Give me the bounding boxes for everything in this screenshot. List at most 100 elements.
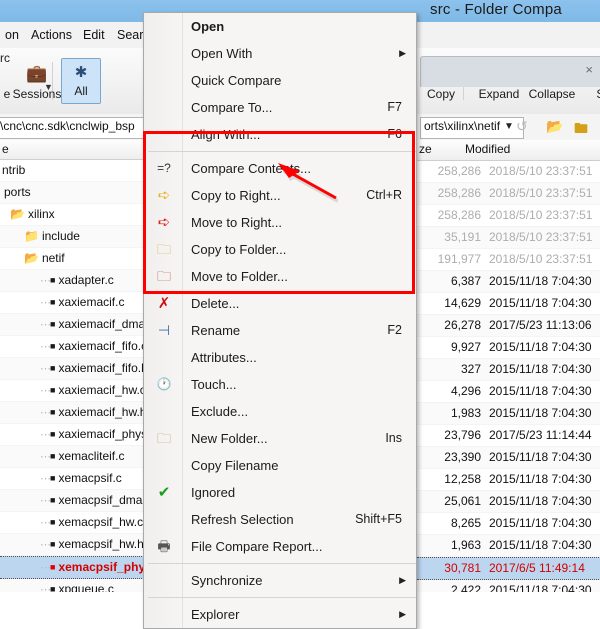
tree-row[interactable]: ⋯■ xemacpsif_hw.h (0, 534, 144, 556)
detail-row[interactable]: 191,977 2018/5/10 23:37:51 (417, 249, 600, 271)
context-menu-item-label: Refresh Selection (191, 512, 294, 527)
tree-row[interactable]: ntrib (0, 160, 144, 182)
toolbar-sessions-button[interactable]: 💼 Sessions (8, 62, 66, 101)
detail-row[interactable]: 327 2015/11/18 7:04:30 (417, 359, 600, 381)
left-file-tree[interactable]: ntrib ports 📂 xilinx 📁 include 📂 netif ⋯■ xadapte… (0, 160, 144, 592)
submenu-arrow-icon: ▶ (399, 609, 406, 619)
menu-on-item[interactable]: on (0, 26, 24, 44)
context-menu-item-copy-filename[interactable]: Copy Filename (144, 452, 416, 479)
context-menu-item-refresh-selection[interactable]: Refresh Selection Shift+F5 (144, 506, 416, 533)
context-menu[interactable]: Open Open With ▶ Quick Compare Compare To...… (143, 12, 417, 629)
context-menu-item-compare-to[interactable]: Compare To... F7 (144, 94, 416, 121)
context-menu-item-move-to-right[interactable]: ➪ Move to Right... (144, 209, 416, 236)
detail-row[interactable]: 8,265 2015/11/18 7:04:30 (417, 513, 600, 535)
tree-row[interactable]: ⋯■ xadapter.c (0, 270, 144, 292)
tree-row[interactable]: ⋯■xemacpsif_physpeed (0, 556, 144, 579)
context-menu-item-file-compare-report[interactable]: 🖶 File Compare Report... (144, 533, 416, 560)
close-icon[interactable]: × (585, 62, 593, 77)
detail-row[interactable]: 2,422 2015/11/18 7:04:30 (417, 580, 600, 592)
menu-actions-item[interactable]: Actions (26, 26, 77, 44)
tree-row[interactable]: ⋯■xaxiemacif_physpe (0, 424, 144, 446)
context-menu-item-compare-contents[interactable]: =? Compare Contents... (144, 155, 416, 182)
file-bullet-icon: ■ (50, 562, 56, 573)
context-menu-item-quick-compare[interactable]: Quick Compare (144, 67, 416, 94)
detail-row[interactable]: 9,927 2015/11/18 7:04:30 (417, 337, 600, 359)
context-menu-item-attributes[interactable]: Attributes... (144, 344, 416, 371)
menu-edit-item[interactable]: Edit (78, 26, 110, 44)
detail-row[interactable]: 12,258 2015/11/18 7:04:30 (417, 469, 600, 491)
context-menu-item-move-to-folder[interactable]: 🗀 Move to Folder... (144, 263, 416, 290)
tree-row-label: ⋯■ xemacliteif.c (40, 446, 124, 467)
file-bullet-icon: ■ (50, 319, 56, 330)
tree-row-label: 📁 include (24, 226, 80, 247)
context-menu-item-rename[interactable]: ⊣ Rename F2 (144, 317, 416, 344)
tree-row[interactable]: ⋯■ xemacpsif_dma.c (0, 490, 144, 512)
detail-row[interactable]: 25,061 2015/11/18 7:04:30 (417, 491, 600, 513)
detail-row[interactable]: 23,390 2015/11/18 7:04:30 (417, 447, 600, 469)
context-menu-item-exclude[interactable]: Exclude... (144, 398, 416, 425)
tree-row[interactable]: ⋯■ xaxiemacif.c (0, 292, 144, 314)
context-menu-item-align-with[interactable]: Align With... F6 (144, 121, 416, 148)
context-menu-item-new-folder[interactable]: 🗀 New Folder... Ins (144, 425, 416, 452)
context-menu-item-open[interactable]: Open (144, 13, 416, 40)
tree-guide-line: ⋯ (40, 407, 51, 419)
left-path-input[interactable]: \cnc\cnc.sdk\cnclwip_bsp (0, 117, 148, 139)
left-column-header-name[interactable]: e (0, 140, 144, 160)
detail-row[interactable]: 14,629 2015/11/18 7:04:30 (417, 293, 600, 315)
tree-row-text: xilinx (27, 207, 55, 221)
tree-row[interactable]: 📂 xilinx (0, 204, 144, 226)
tree-row[interactable]: 📁 include (0, 226, 144, 248)
detail-row[interactable]: 258,286 2018/5/10 23:37:51 (417, 205, 600, 227)
context-menu-items[interactable]: Open Open With ▶ Quick Compare Compare To...… (144, 13, 416, 628)
detail-row[interactable]: 30,781 2017/6/5 11:49:14 (417, 557, 600, 580)
right-path-dropdown-caret[interactable]: ▼ (504, 121, 514, 132)
up-folder-icon[interactable]: 🖿 (574, 118, 588, 142)
context-menu-item-touch[interactable]: 🕐 Touch... (144, 371, 416, 398)
context-menu-separator (148, 563, 416, 564)
detail-row[interactable]: 35,191 2018/5/10 23:37:51 (417, 227, 600, 249)
column-header-size[interactable]: ze (419, 142, 432, 156)
context-menu-item-open-with[interactable]: Open With ▶ (144, 40, 416, 67)
detail-row[interactable]: 1,963 2015/11/18 7:04:30 (417, 535, 600, 557)
detail-row[interactable]: 6,387 2015/11/18 7:04:30 (417, 271, 600, 293)
right-detail-list[interactable]: 258,286 2018/5/10 23:37:51 258,286 2018/5/1… (417, 161, 600, 592)
detail-modified: 2017/6/5 11:49:14 (489, 561, 585, 575)
context-menu-item-delete[interactable]: ✗ Delete... (144, 290, 416, 317)
tree-guide-line: ⋯ (40, 297, 51, 309)
tree-row[interactable]: 📂 netif (0, 248, 144, 270)
tree-guide-line: ⋯ (40, 473, 51, 485)
compare-tab[interactable]: × (420, 56, 600, 87)
detail-modified: 2015/11/18 7:04:30 (489, 538, 592, 552)
detail-row[interactable]: 4,296 2015/11/18 7:04:30 (417, 381, 600, 403)
context-menu-item-ignored[interactable]: ✔ Ignored (144, 479, 416, 506)
tree-row[interactable]: ⋯■ xpqueue.c (0, 579, 144, 592)
detail-size: 4,296 (450, 384, 481, 398)
context-menu-item-copy-to-folder[interactable]: 🗀 Copy to Folder... (144, 236, 416, 263)
detail-row[interactable]: 258,286 2018/5/10 23:37:51 (417, 161, 600, 183)
file-bullet-icon: ■ (50, 363, 56, 374)
detail-row[interactable]: 23,796 2017/5/23 11:14:44 (417, 425, 600, 447)
detail-row[interactable]: 258,286 2018/5/10 23:37:51 (417, 183, 600, 205)
tree-guide-line: ⋯ (40, 562, 51, 574)
detail-row[interactable]: 26,278 2017/5/23 11:13:06 (417, 315, 600, 337)
tree-row[interactable]: ⋯■ xaxiemacif_fifo.h (0, 358, 144, 380)
file-bullet-icon: ■ (50, 429, 56, 440)
context-menu-item-synchronize[interactable]: Synchronize ▶ (144, 567, 416, 594)
tree-guide-line: ⋯ (40, 495, 51, 507)
column-header-modified[interactable]: Modified (465, 142, 510, 156)
toolbar-all-button[interactable]: ✱ All (61, 58, 101, 104)
tree-row[interactable]: ⋯■ xemacpsif_hw.c (0, 512, 144, 534)
tree-row[interactable]: ⋯■ xemacliteif.c (0, 446, 144, 468)
detail-modified: 2015/11/18 7:04:30 (489, 406, 592, 420)
tree-row[interactable]: ⋯■ xaxiemacif_hw.h (0, 402, 144, 424)
tree-row[interactable]: ⋯■ xaxiemacif_hw.c (0, 380, 144, 402)
refresh-icon[interactable]: ↺ (516, 118, 528, 135)
context-menu-item-explorer[interactable]: Explorer ▶ (144, 601, 416, 628)
tree-row[interactable]: ⋯■xaxiemacif_dma.c (0, 314, 144, 336)
detail-row[interactable]: 1,983 2015/11/18 7:04:30 (417, 403, 600, 425)
tree-row[interactable]: ⋯■ xaxiemacif_fifo.c (0, 336, 144, 358)
open-folder-icon[interactable]: 📂 (546, 118, 563, 135)
tree-row[interactable]: ⋯■ xemacpsif.c (0, 468, 144, 490)
tree-row[interactable]: ports (0, 182, 144, 204)
context-menu-item-copy-to-right[interactable]: ➪ Copy to Right... Ctrl+R (144, 182, 416, 209)
